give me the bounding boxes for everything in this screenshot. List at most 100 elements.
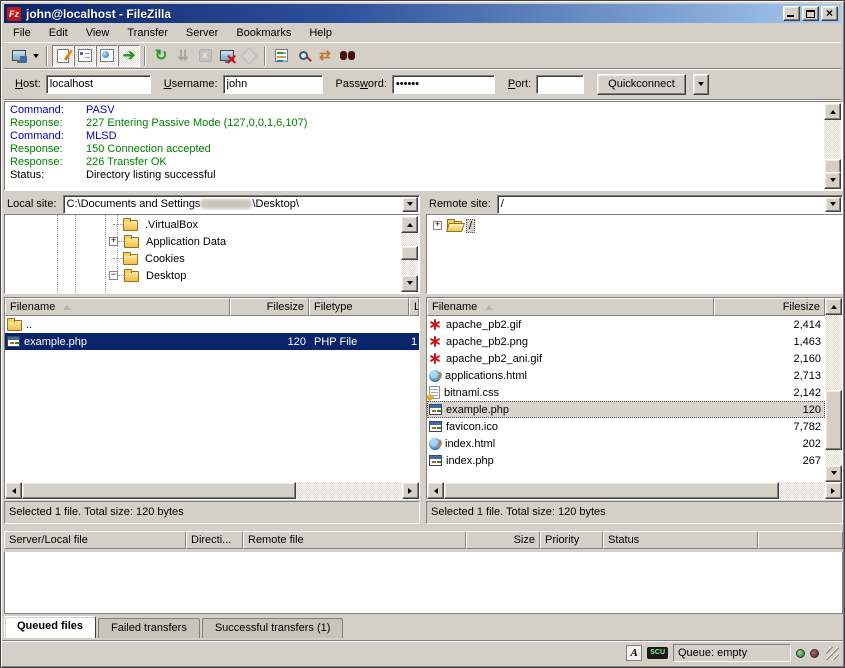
close-button[interactable]: × <box>821 6 838 21</box>
host-input[interactable] <box>46 75 151 94</box>
php-file-icon <box>429 404 442 415</box>
scrollbar-thumb[interactable] <box>22 482 296 499</box>
file-row-example-php[interactable]: example.php120 <box>427 401 825 418</box>
toggle-transfer-queue-button[interactable]: ➔ <box>118 45 140 67</box>
file-row[interactable]: apache_pb2.png1,463 <box>427 333 825 350</box>
column-filesize[interactable]: Filesize <box>230 298 309 316</box>
tab-successful-transfers[interactable]: Successful transfers (1) <box>202 618 344 638</box>
column-filename[interactable]: Filename <box>427 298 714 316</box>
tree-item-desktop[interactable]: − Desktop <box>109 267 189 284</box>
scrollbar-thumb[interactable] <box>401 246 418 260</box>
menu-help[interactable]: Help <box>300 24 341 42</box>
column-size[interactable]: Size <box>466 531 540 549</box>
sort-ascending-icon <box>63 301 71 310</box>
menu-file[interactable]: File <box>4 24 40 42</box>
tree-item-application-data[interactable]: + Application Data <box>109 233 229 250</box>
file-row[interactable]: apache_pb2.gif2,414 <box>427 316 825 333</box>
local-list-hscrollbar[interactable] <box>5 482 419 499</box>
tree-item-root[interactable]: + / <box>433 217 475 234</box>
port-input[interactable] <box>536 75 584 94</box>
menu-edit[interactable]: Edit <box>40 24 77 42</box>
expand-plus-icon[interactable]: + <box>433 221 442 230</box>
menu-view[interactable]: View <box>77 24 119 42</box>
column-priority[interactable]: Priority <box>540 531 603 549</box>
process-queue-button[interactable]: ⇊ <box>172 45 194 67</box>
tree-guide <box>105 215 106 293</box>
minimize-button[interactable] <box>783 6 800 21</box>
cancel-operation-button[interactable]: x <box>194 45 216 67</box>
tree-item-virtualbox[interactable]: .VirtualBox <box>113 216 201 233</box>
tree-item-cookies[interactable]: Cookies <box>113 250 188 267</box>
column-status[interactable]: Status <box>603 531 758 549</box>
local-site-dropdown[interactable] <box>402 197 418 212</box>
apache-file-icon <box>429 318 442 331</box>
column-remote-file[interactable]: Remote file <box>243 531 466 549</box>
file-row-example-php[interactable]: example.php 120 PHP File 1 <box>5 333 419 350</box>
column-server-local-file[interactable]: Server/Local file <box>4 531 186 549</box>
site-manager-button[interactable] <box>8 45 30 67</box>
username-input[interactable] <box>223 75 323 94</box>
menu-server[interactable]: Server <box>177 24 227 42</box>
toggle-message-log-button[interactable] <box>52 45 74 67</box>
column-filetype[interactable]: Filetype <box>309 298 409 316</box>
scrollbar-thumb[interactable] <box>825 390 842 450</box>
expand-plus-icon[interactable]: + <box>109 237 118 246</box>
password-input[interactable] <box>392 75 495 94</box>
local-status-line: Selected 1 file. Total size: 120 bytes <box>4 501 420 524</box>
column-last-modified[interactable]: L <box>409 298 419 316</box>
quickconnect-button[interactable]: Quickconnect <box>597 74 686 95</box>
apache-file-icon <box>429 352 442 365</box>
menu-transfer[interactable]: Transfer <box>118 24 177 42</box>
scroll-right-icon <box>408 488 415 494</box>
toolbar-separator <box>264 47 266 65</box>
column-filesize[interactable]: Filesize <box>714 298 825 316</box>
remote-site-combo[interactable]: / <box>497 195 843 214</box>
open-folder-icon <box>447 221 462 232</box>
binoculars-icon <box>340 51 355 60</box>
host-label: Host: <box>15 78 41 90</box>
file-size: 120 <box>730 404 825 416</box>
speed-limit-icon[interactable]: SCU <box>647 647 668 659</box>
file-row[interactable]: applications.html2,713 <box>427 367 825 384</box>
file-row-parent-dir[interactable]: .. <box>5 316 419 333</box>
tab-failed-transfers[interactable]: Failed transfers <box>98 618 200 638</box>
file-row[interactable]: apache_pb2_ani.gif2,160 <box>427 350 825 367</box>
scrollbar-thumb[interactable] <box>444 482 779 499</box>
quickconnect-dropdown[interactable] <box>693 74 709 95</box>
toggle-local-tree-button[interactable] <box>74 45 96 67</box>
remote-site-dropdown[interactable] <box>825 197 841 212</box>
synchronized-browsing-button[interactable]: ⇄ <box>314 45 336 67</box>
html-file-icon <box>429 438 441 450</box>
collapse-minus-icon[interactable]: − <box>109 271 118 280</box>
site-manager-dropdown[interactable] <box>30 45 42 67</box>
directory-filters-button[interactable] <box>270 45 292 67</box>
directory-comparison-button[interactable] <box>292 45 314 67</box>
log-type: Command: <box>10 104 86 117</box>
refresh-button[interactable]: ↻ <box>150 45 172 67</box>
ascii-datatype-icon[interactable]: A <box>626 645 642 661</box>
file-name: example.php <box>446 404 730 416</box>
tab-queued-files[interactable]: Queued files <box>4 616 96 638</box>
remote-list-vscrollbar[interactable] <box>825 298 842 482</box>
file-size: 2,160 <box>730 353 825 365</box>
local-site-combo[interactable]: C:\Documents and Settings\Desktop\ <box>63 195 420 214</box>
file-row[interactable]: index.html202 <box>427 435 825 452</box>
reconnect-button[interactable] <box>238 45 260 67</box>
file-row[interactable]: favicon.ico7,782 <box>427 418 825 435</box>
remote-list-hscrollbar[interactable] <box>427 482 842 499</box>
maximize-button[interactable] <box>802 6 819 21</box>
column-direction[interactable]: Directi... <box>186 531 243 549</box>
scroll-down-icon <box>407 281 413 288</box>
column-filename[interactable]: Filename <box>5 298 230 316</box>
disconnect-button[interactable]: ✕ <box>216 45 238 67</box>
resize-grip[interactable] <box>826 647 839 660</box>
queue-status-text: Queue: empty <box>673 644 791 662</box>
file-row[interactable]: bitnami.css2,142 <box>427 384 825 401</box>
file-row[interactable]: index.php267 <box>427 452 825 469</box>
folder-icon <box>124 271 139 282</box>
menu-bookmarks[interactable]: Bookmarks <box>227 24 300 42</box>
toggle-remote-tree-button[interactable] <box>96 45 118 67</box>
local-tree-scrollbar[interactable] <box>401 216 418 292</box>
log-scrollbar[interactable] <box>824 103 841 189</box>
find-files-button[interactable] <box>336 45 358 67</box>
